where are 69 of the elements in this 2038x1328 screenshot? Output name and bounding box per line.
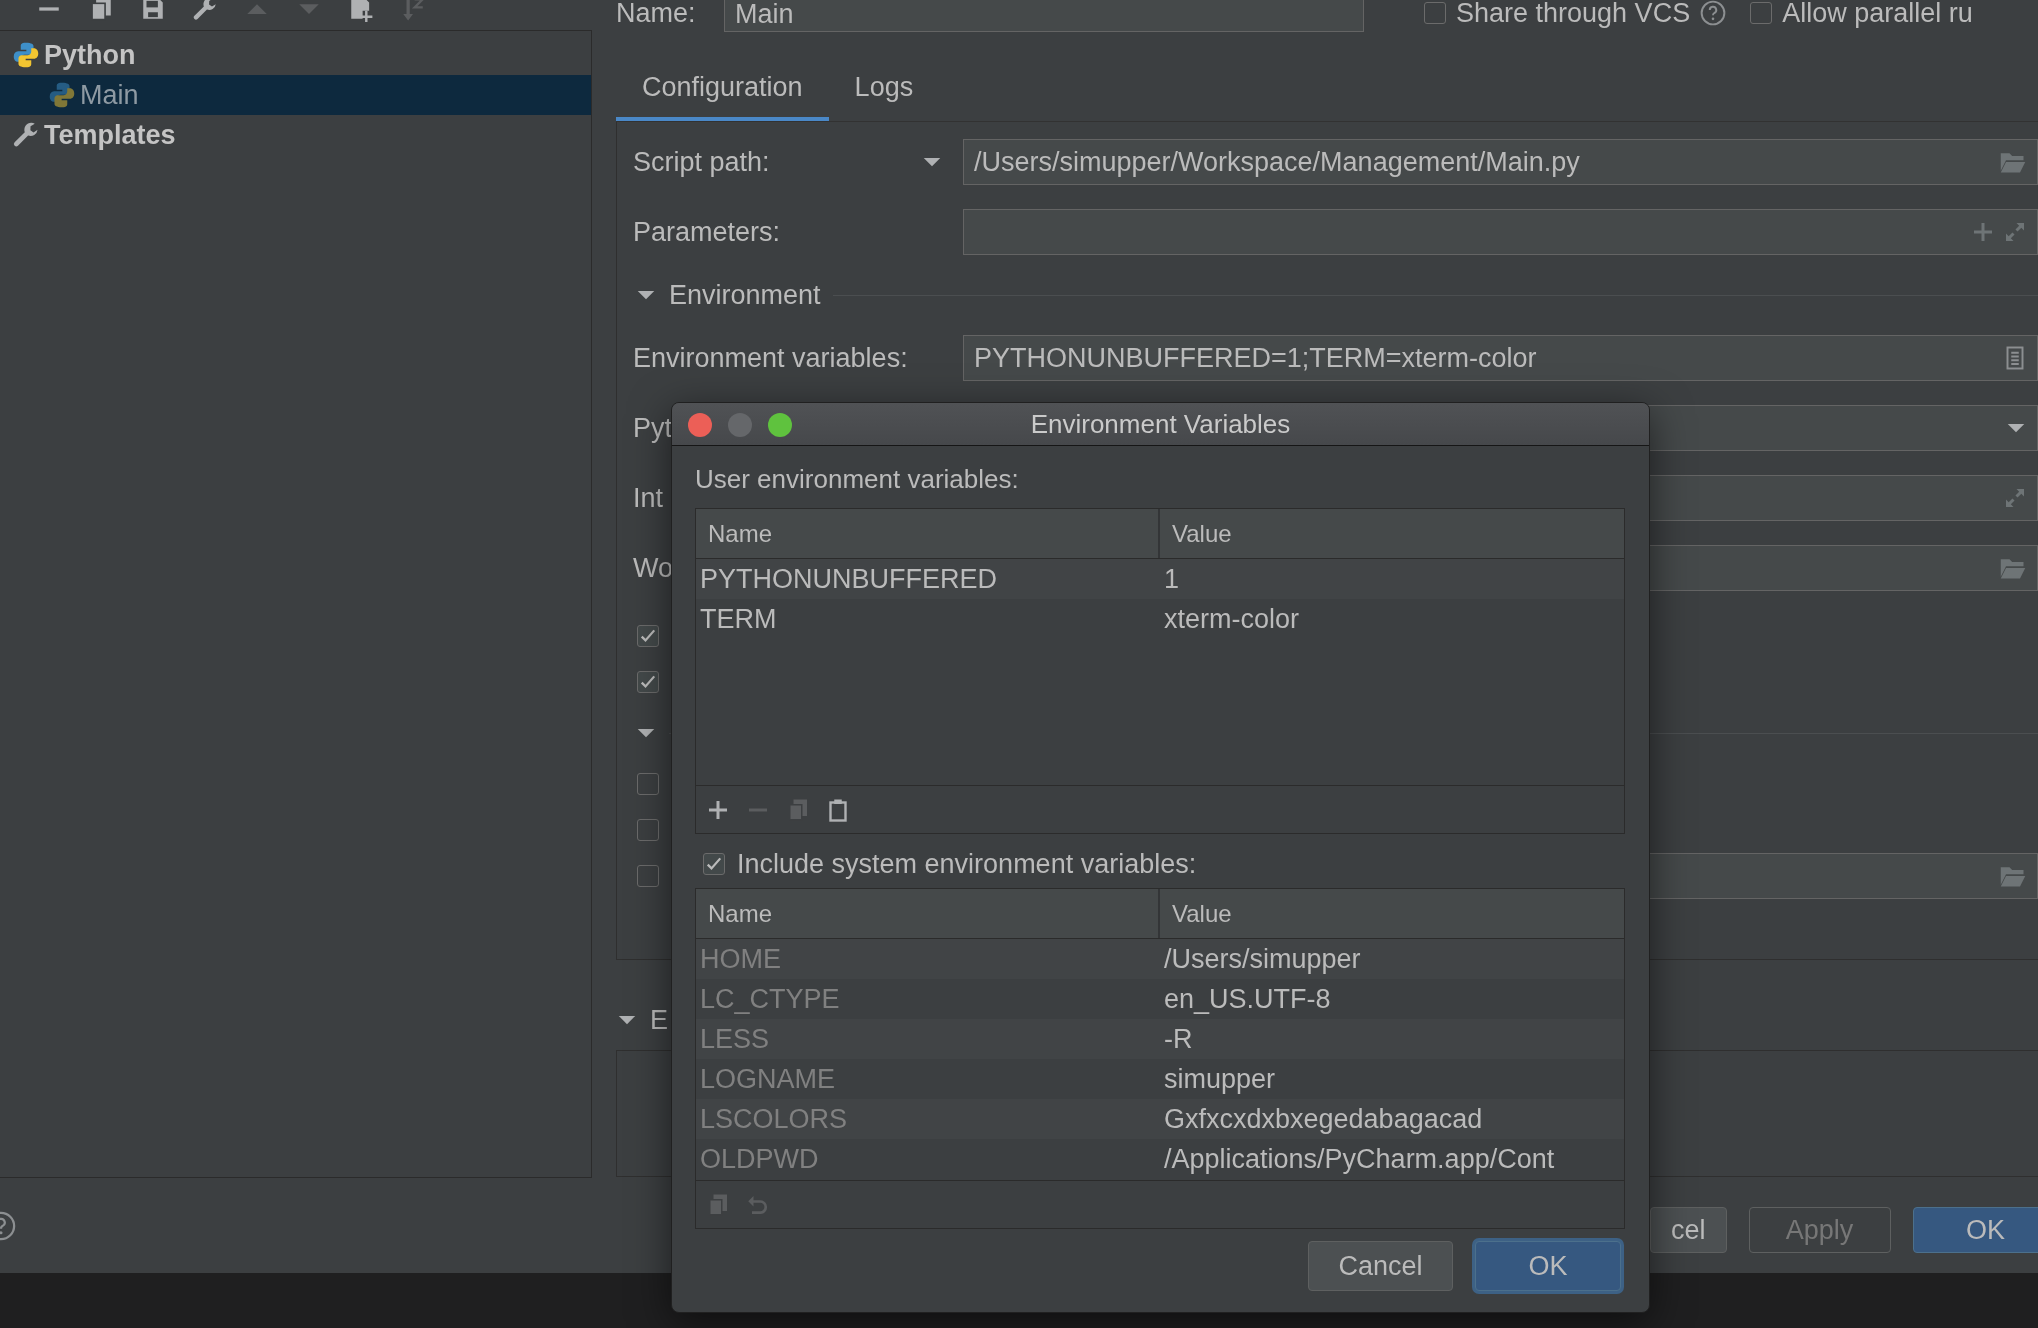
tree-item[interactable]: Main <box>0 75 591 115</box>
tree-item[interactable]: Python <box>0 35 591 75</box>
field-value: PYTHONUNBUFFERED=1;TERM=xterm-color <box>974 342 1538 374</box>
help-icon[interactable] <box>1700 0 1727 26</box>
checkbox[interactable] <box>637 625 659 647</box>
table-cell-text: LSCOLORS <box>699 1103 849 1135</box>
table-cell-text: -R <box>1163 1023 1193 1055</box>
table-cell-text: OLDPWD <box>699 1143 820 1175</box>
field-label: Script path: <box>633 146 770 178</box>
table-cell-text: 1 <box>1163 563 1180 595</box>
checkbox[interactable] <box>637 819 659 841</box>
input-field[interactable] <box>963 209 2038 255</box>
input-field[interactable]: /Users/simupper/Workspace/Management/Main.py <box>963 139 2038 185</box>
table-cell-text: simupper <box>1163 1063 1276 1095</box>
wrench-icon[interactable] <box>192 0 218 22</box>
checkbox-label: Allow parallel ru <box>1782 0 1973 29</box>
dialog-button[interactable]: OK <box>1912 1207 2038 1253</box>
clipboard-icon[interactable] <box>826 797 850 822</box>
name-field[interactable]: Main <box>724 0 1364 32</box>
table-cell-text: PYTHONUNBUFFERED <box>699 563 998 595</box>
table-cell-text: LESS <box>699 1023 771 1055</box>
table-cell-text: xterm-color <box>1163 603 1299 635</box>
checkbox-label: Share through VCS <box>1456 0 1691 29</box>
checkbox[interactable] <box>703 853 725 875</box>
tab[interactable]: Logs <box>828 56 940 121</box>
add-file-icon[interactable] <box>348 0 374 22</box>
tab[interactable]: Configuration <box>616 56 829 121</box>
checkbox[interactable] <box>1424 2 1446 24</box>
tree-item[interactable]: Templates <box>0 115 591 155</box>
checkbox[interactable] <box>1750 2 1773 24</box>
expand-icon[interactable] <box>2003 220 2027 244</box>
save-icon[interactable] <box>140 0 166 22</box>
field-label: Int <box>633 482 664 514</box>
wrench-icon <box>12 121 40 149</box>
python-icon <box>48 81 76 109</box>
table-cell-text: LOGNAME <box>699 1063 837 1095</box>
field-label: Parameters: <box>633 216 781 248</box>
checkbox[interactable] <box>637 773 659 795</box>
table-cell-text: Gxfxcxdxbxegedabagacad <box>1163 1103 1483 1135</box>
field-label: Pyt <box>633 412 672 444</box>
field-value: /Users/simupper/Workspace/Management/Main.py <box>974 146 1581 178</box>
table-cell-text: /Applications/PyCharm.app/Cont <box>1163 1143 1555 1175</box>
input-field[interactable]: PYTHONUNBUFFERED=1;TERM=xterm-color <box>963 335 2038 381</box>
column-header[interactable]: Value <box>1160 509 1232 558</box>
close-button[interactable] <box>688 413 712 437</box>
checkbox-label: Include system environment variables: <box>737 848 1197 880</box>
dialog-button[interactable]: OK <box>1475 1241 1621 1291</box>
dialog-button[interactable]: cel <box>1650 1207 1727 1253</box>
minimize-button[interactable] <box>728 413 752 437</box>
checkbox[interactable] <box>637 671 659 693</box>
section-label: E <box>650 1004 668 1036</box>
plus-icon[interactable] <box>1971 220 1995 244</box>
column-header[interactable]: Value <box>1160 889 1232 938</box>
table-cell-text: TERM <box>699 603 778 635</box>
name-label: Name: <box>616 0 697 26</box>
section-label: User environment variables: <box>695 464 1020 494</box>
dialog-button[interactable]: Cancel <box>1308 1241 1453 1291</box>
zoom-button[interactable] <box>768 413 792 437</box>
field-label: Environment variables: <box>633 342 908 374</box>
checkbox[interactable] <box>637 865 659 887</box>
table-cell-text: HOME <box>699 943 782 975</box>
table-cell-text: /Users/simupper <box>1163 943 1361 975</box>
field-label: Wo <box>633 552 673 584</box>
python-icon <box>12 41 40 69</box>
table-cell-text: en_US.UTF-8 <box>1163 983 1331 1015</box>
expand-icon[interactable] <box>2003 486 2027 510</box>
section-label: Environment <box>669 279 821 311</box>
table-cell-text: LC_CTYPE <box>699 983 841 1015</box>
window-title: Environment Variables <box>1030 408 1291 440</box>
